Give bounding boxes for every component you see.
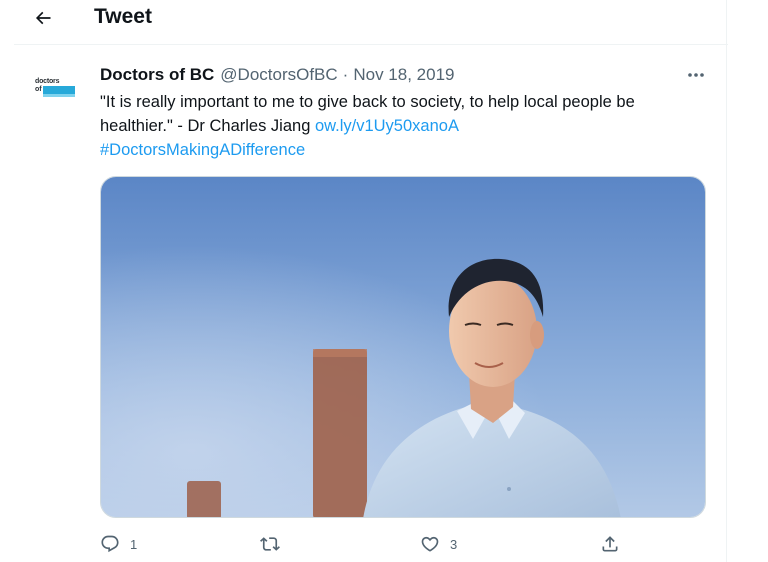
retweet-icon <box>260 537 280 551</box>
reply-icon <box>101 535 119 553</box>
back-button[interactable] <box>28 4 58 32</box>
share-icon <box>602 536 618 552</box>
like-count: 3 <box>450 536 458 552</box>
tweet-actions: 1 3 <box>100 530 660 558</box>
page-title: Tweet <box>94 5 152 28</box>
tweet-hashtag[interactable]: #DoctorsMakingADifference <box>100 141 305 159</box>
heart-icon <box>421 536 439 552</box>
reply-button[interactable]: 1 <box>100 530 137 558</box>
tweet-header: Doctors of BC @DoctorsOfBC · Nov 18, 201… <box>100 64 454 86</box>
like-button[interactable]: 3 <box>420 530 457 558</box>
share-button[interactable] <box>600 530 630 558</box>
tweet-text: "It is really important to me to give ba… <box>100 90 710 162</box>
author-handle[interactable]: @DoctorsOfBC <box>220 64 337 86</box>
author-name[interactable]: Doctors of BC <box>100 64 214 86</box>
photo-man-sky <box>101 177 705 517</box>
avatar-logo-text-of: of <box>35 86 42 93</box>
top-bar: Tweet <box>0 0 728 44</box>
avatar-logo-bar-light <box>43 94 75 97</box>
tweet: doctors of Doctors of BC @DoctorsOfBC · … <box>14 46 726 562</box>
more-options-button[interactable] <box>682 68 710 82</box>
header-divider <box>14 44 728 45</box>
retweet-button[interactable] <box>260 530 290 558</box>
avatar[interactable]: doctors of <box>32 66 80 114</box>
column-divider <box>726 0 727 562</box>
more-horizontal-icon <box>688 73 704 77</box>
tweet-date[interactable]: Nov 18, 2019 <box>353 64 454 86</box>
header-separator: · <box>342 65 349 84</box>
avatar-logo-bar <box>43 86 75 94</box>
tweet-link[interactable]: ow.ly/v1Uy50xanoA <box>315 117 459 135</box>
reply-count: 1 <box>130 536 138 552</box>
tweet-image[interactable] <box>100 176 706 518</box>
avatar-logo-text-doctors: doctors <box>35 78 60 85</box>
arrow-left-icon <box>35 11 51 25</box>
